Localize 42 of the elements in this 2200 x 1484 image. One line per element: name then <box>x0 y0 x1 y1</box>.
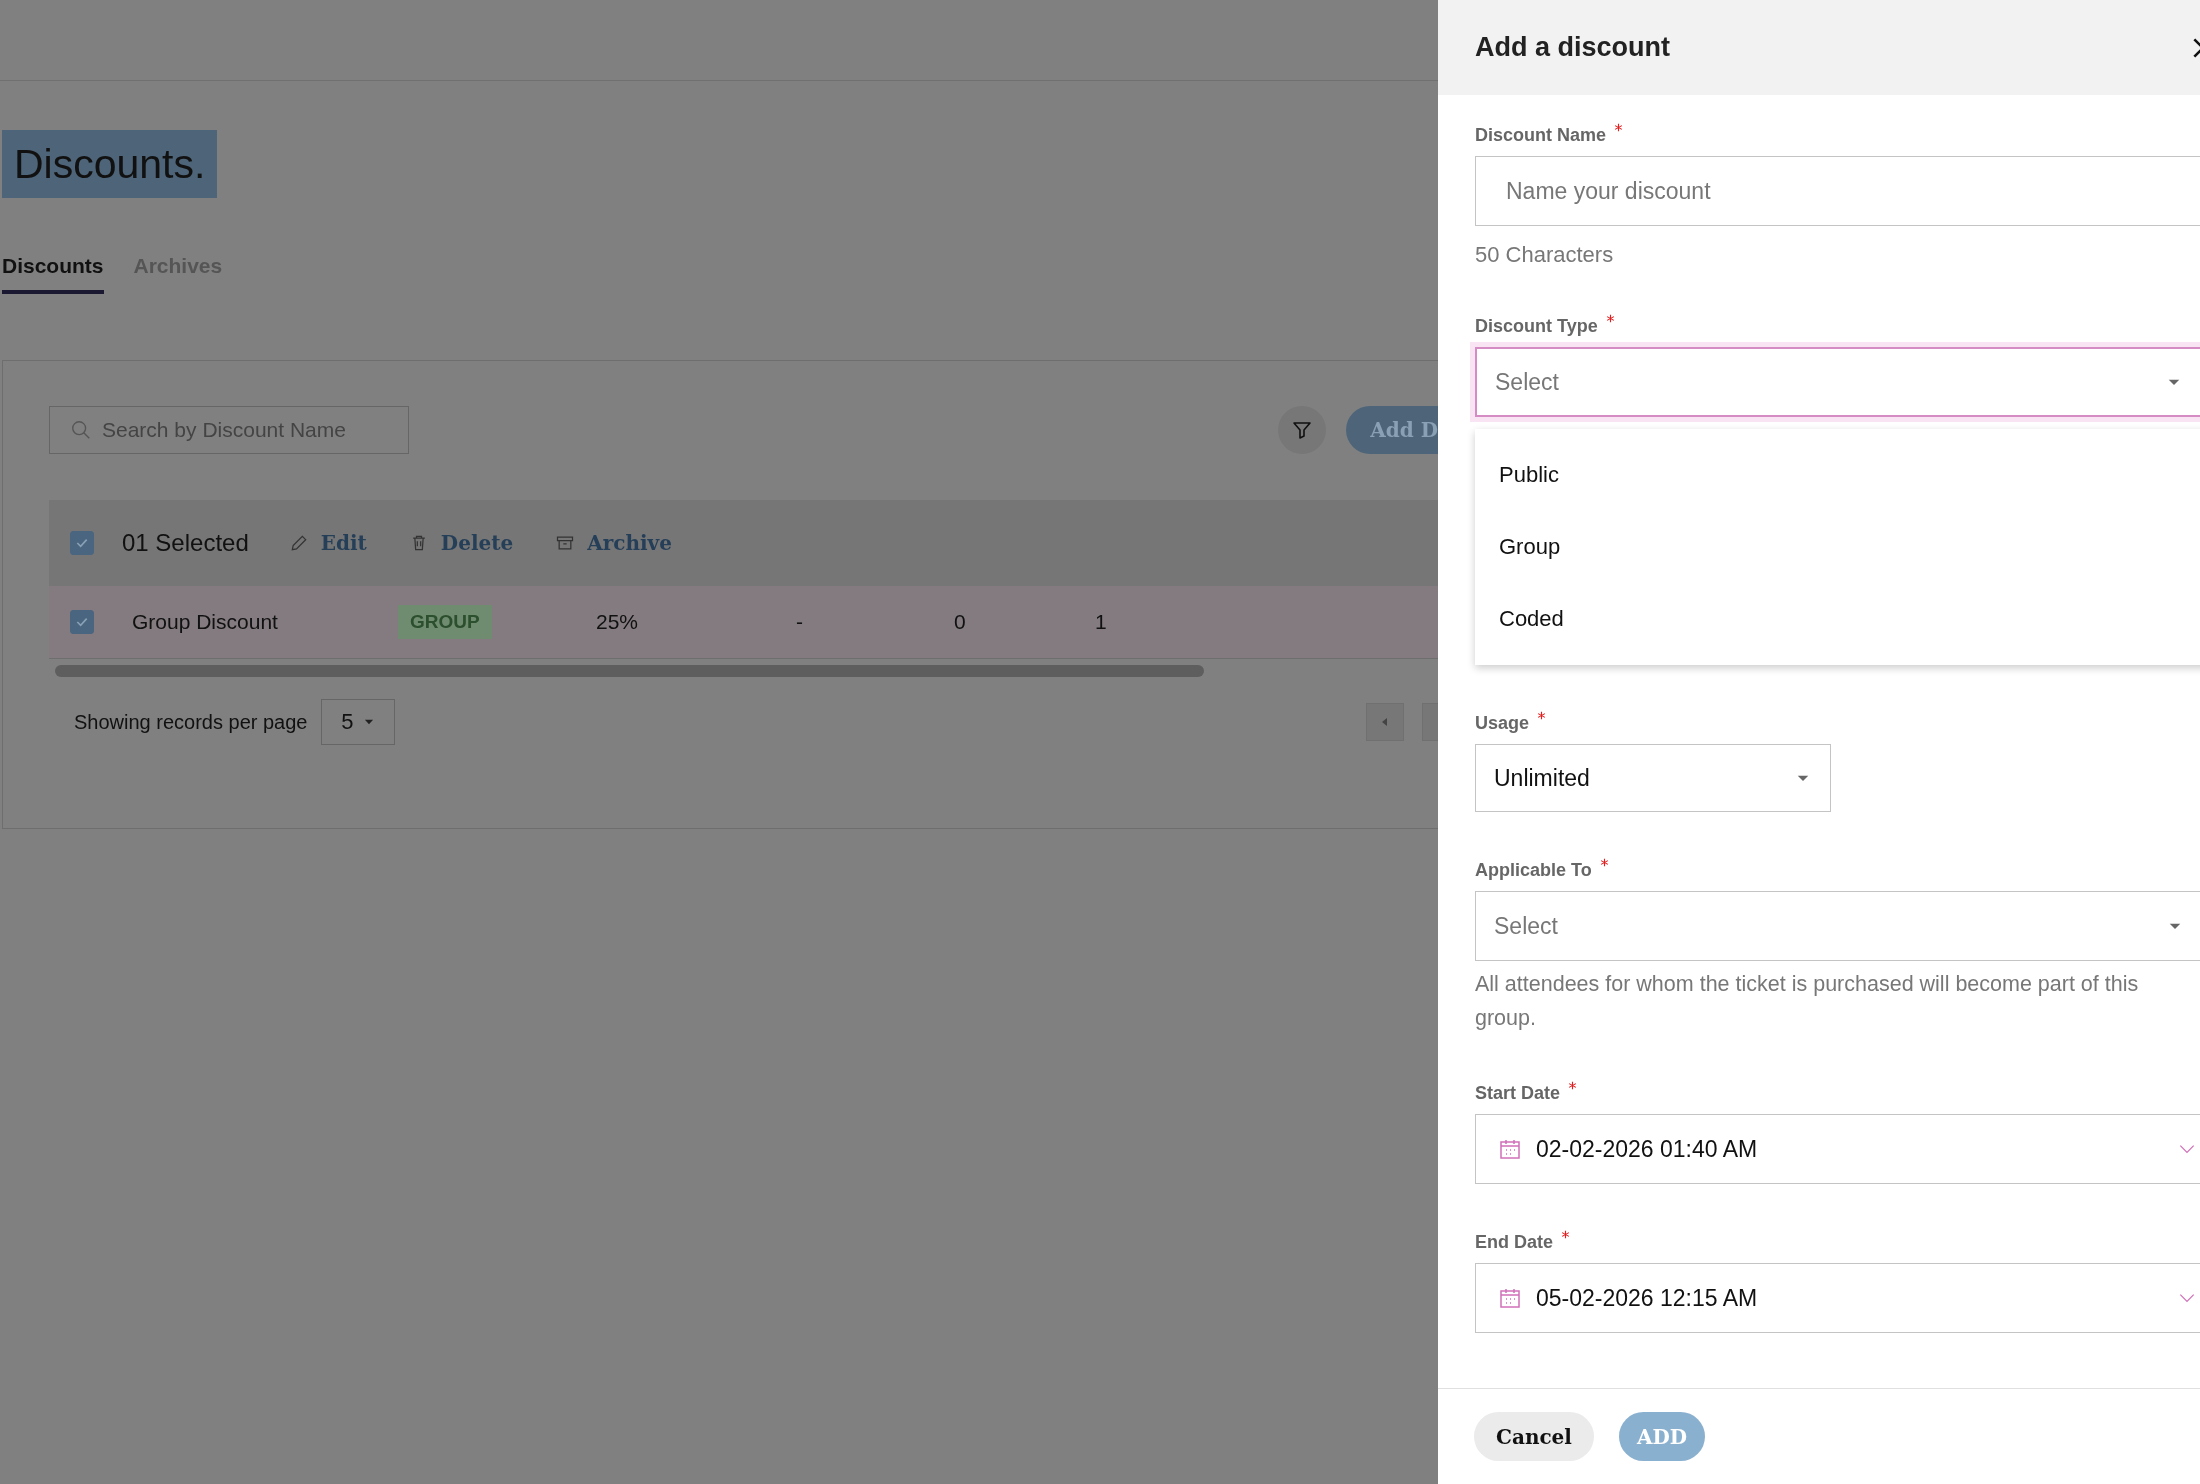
table-row[interactable]: Group Discount GROUP 25% - 0 1 <box>49 586 1438 659</box>
tab[interactable]: Discounts <box>2 254 104 294</box>
field-label: Usage <box>1475 713 1530 734</box>
table-cell-text: 1 <box>1095 610 1108 634</box>
per-page-label: Showing records per page <box>74 710 308 734</box>
calendar-icon <box>1498 1286 1522 1310</box>
search-field[interactable]: Search by Discount Name <box>49 406 409 454</box>
action-button[interactable]: Archive <box>555 531 672 555</box>
table-cell-text: Group Discount <box>132 610 279 634</box>
calendar-icon <box>1498 1137 1522 1161</box>
text-field[interactable]: Name your discount <box>1475 156 2200 226</box>
page-title: Discounts. <box>2 130 218 198</box>
action-button[interactable]: Delete <box>408 531 514 555</box>
checkbox[interactable] <box>70 609 94 634</box>
dropdown-field[interactable]: Unlimited <box>1475 744 1831 812</box>
scrollbar-thumb[interactable] <box>55 665 1204 677</box>
menu-item[interactable]: Group <box>1475 511 2200 583</box>
table-cell-text: 0 <box>954 610 967 634</box>
dropdown-field[interactable]: Select <box>1475 891 2200 961</box>
action-button[interactable]: Edit <box>288 531 367 555</box>
field-label: End Date <box>1475 1232 1553 1253</box>
type-tag: GROUP <box>398 605 492 639</box>
drawer-title: Add a discount <box>1475 32 1670 63</box>
filter-button[interactable] <box>1278 406 1327 454</box>
helper-text: 50 Characters <box>1475 242 1615 268</box>
field-label: Start Date <box>1475 1083 1561 1104</box>
checkbox[interactable] <box>70 531 94 555</box>
cancel-button[interactable]: Cancel <box>1474 1412 1594 1461</box>
menu-item[interactable]: Public <box>1475 439 2200 511</box>
field-label: Applicable To <box>1475 860 1592 881</box>
date-field[interactable]: 05-02-2026 12:15 AM <box>1475 1263 2200 1333</box>
field-label: Discount Name <box>1475 125 1607 146</box>
table-cell-text: - <box>796 610 804 634</box>
field-label: Discount Type <box>1475 316 1598 337</box>
helper-text: All attendees for whom the ticket is purchased will become part of this group. <box>1475 971 2140 1032</box>
per-page-select[interactable]: 5 <box>321 699 396 745</box>
previous-page-button[interactable] <box>1366 703 1404 741</box>
date-field[interactable]: 02-02-2026 01:40 AM <box>1475 1114 2200 1184</box>
table-cell-text: 25% <box>596 610 640 634</box>
search-icon <box>70 419 92 441</box>
selected-count: 01 Selected <box>122 529 249 557</box>
menu-item[interactable]: Coded <box>1475 583 2200 655</box>
